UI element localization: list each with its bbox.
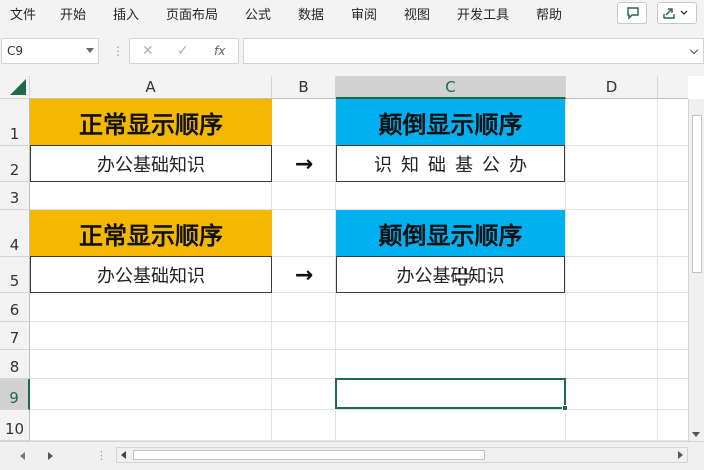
formula-bar: C9 ⋮ ✕ ✓ fx <box>0 26 704 76</box>
tab-bar-grip: ⋮ <box>96 449 107 462</box>
menu-view[interactable]: 视图 <box>404 4 430 23</box>
column-header-d[interactable]: D <box>566 76 658 99</box>
cell-c4[interactable]: 颠倒显示顺序 <box>336 210 565 257</box>
formula-input[interactable] <box>243 38 704 64</box>
row-header-8[interactable]: 8 <box>0 350 30 379</box>
formula-bar-grip: ⋮ <box>112 44 124 58</box>
menu-file[interactable]: 文件 <box>10 4 36 23</box>
row-header-7[interactable]: 7 <box>0 322 30 350</box>
menu-page-layout[interactable]: 页面布局 <box>166 4 218 23</box>
row-header-9[interactable]: 9 <box>0 379 30 410</box>
menu-review[interactable]: 审阅 <box>351 4 377 23</box>
enter-icon[interactable]: ✓ <box>177 43 189 59</box>
next-sheet-icon[interactable] <box>48 452 53 460</box>
share-button[interactable] <box>657 2 697 24</box>
cell-b5[interactable]: → <box>272 257 336 293</box>
menu-help[interactable]: 帮助 <box>536 4 562 23</box>
menu-home[interactable]: 开始 <box>60 4 86 23</box>
fill-handle[interactable] <box>562 405 568 411</box>
row-header-4[interactable]: 4 <box>0 210 30 257</box>
cell-b2[interactable]: → <box>272 146 336 182</box>
cell-a5[interactable]: 办公基础知识 <box>30 256 272 293</box>
vertical-scroll-thumb[interactable] <box>692 115 702 273</box>
row-header-10[interactable]: 10 <box>0 410 30 441</box>
column-header-b[interactable]: B <box>272 76 336 99</box>
expand-formula-icon[interactable] <box>689 45 699 55</box>
ribbon-menu-bar: 文件 开始 插入 页面布局 公式 数据 审阅 视图 开发工具 帮助 <box>0 0 704 26</box>
scroll-right-icon[interactable] <box>678 451 683 459</box>
column-header-c[interactable]: C <box>336 76 566 99</box>
menu-insert[interactable]: 插入 <box>113 4 139 23</box>
horizontal-scroll-thumb[interactable] <box>133 450 485 460</box>
scroll-left-icon[interactable] <box>121 451 126 459</box>
name-box-value: C9 <box>7 44 24 58</box>
row-header-2[interactable]: 2 <box>0 146 30 182</box>
row-header-6[interactable]: 6 <box>0 293 30 322</box>
row-header-3[interactable]: 3 <box>0 182 30 210</box>
cell-a4[interactable]: 正常显示顺序 <box>30 210 272 257</box>
menu-formulas[interactable]: 公式 <box>245 4 271 23</box>
insert-function-icon[interactable]: fx <box>214 44 225 58</box>
cell-c5[interactable]: 办公基础知识 <box>336 256 565 293</box>
cell-c2[interactable]: 识知础基公办 <box>336 145 565 182</box>
cell-a1[interactable]: 正常显示顺序 <box>30 99 272 146</box>
column-header-e[interactable] <box>658 76 688 99</box>
scroll-down-icon[interactable] <box>692 432 700 437</box>
comment-icon <box>627 7 639 20</box>
cursor-icon <box>455 268 471 286</box>
row-header-5[interactable]: 5 <box>0 257 30 293</box>
chevron-down-icon[interactable] <box>86 48 94 53</box>
share-icon <box>663 8 688 19</box>
prev-sheet-icon[interactable] <box>20 452 25 460</box>
formula-actions: ✕ ✓ fx <box>129 38 239 64</box>
active-cell-c9[interactable] <box>335 378 568 411</box>
menu-data[interactable]: 数据 <box>298 4 324 23</box>
vertical-scrollbar[interactable] <box>688 99 704 441</box>
select-all-icon[interactable] <box>0 76 30 99</box>
column-header-a[interactable]: A <box>30 76 272 99</box>
horizontal-scrollbar[interactable] <box>116 447 688 463</box>
cell-c1[interactable]: 颠倒显示顺序 <box>336 99 565 146</box>
cancel-icon[interactable]: ✕ <box>142 43 154 59</box>
comments-button[interactable] <box>617 2 647 24</box>
name-box[interactable]: C9 <box>1 38 99 64</box>
row-header-1[interactable]: 1 <box>0 99 30 146</box>
cell-a2[interactable]: 办公基础知识 <box>30 145 272 182</box>
menu-developer[interactable]: 开发工具 <box>457 4 509 23</box>
